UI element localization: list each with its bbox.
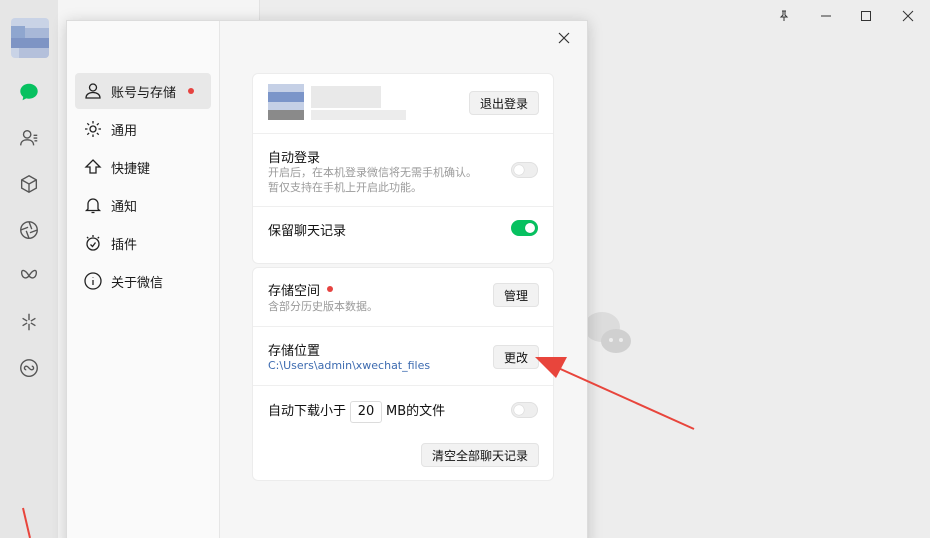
menu-label: 快捷键 [111, 161, 151, 177]
menu-label: 账号与存储 [111, 85, 177, 101]
account-card: 退出登录 自动登录 开启后，在本机登录微信将无需手机确认。 暂仅支持在手机上开启… [252, 73, 554, 264]
channels-butterfly-icon[interactable] [0, 258, 58, 294]
auto-download-label: 自动下载小于 20 MB的文件 [268, 400, 445, 423]
wechat-watermark-icon [584, 312, 631, 353]
auto-download-size-input[interactable]: 20 [350, 401, 383, 423]
plugin-bulb-icon [86, 235, 100, 251]
menu-label: 通用 [111, 123, 138, 139]
maximize-icon[interactable] [854, 6, 878, 26]
moments-aperture-icon[interactable] [0, 212, 58, 248]
chat-nav-icon[interactable] [0, 74, 58, 110]
contacts-nav-icon[interactable] [0, 120, 58, 156]
storage-location-title: 存储位置 [268, 344, 321, 359]
menu-about[interactable]: 关于微信 [75, 263, 211, 299]
storage-space-title: 存储空间 [268, 280, 334, 299]
auto-download-toggle[interactable] [511, 402, 538, 418]
clear-row: 清空全部聊天记录 [253, 435, 553, 482]
notification-dot [327, 286, 334, 292]
menu-shortcuts[interactable]: 快捷键 [75, 149, 211, 185]
menu-label: 插件 [111, 237, 138, 253]
avatar[interactable] [11, 18, 49, 58]
auto-login-title: 自动登录 [268, 151, 321, 166]
auto-download-row: 自动下载小于 20 MB的文件 [253, 385, 553, 435]
change-location-button[interactable]: 更改 [492, 345, 539, 369]
settings-menu: 账号与存储 通用 快捷键 通知 插件 关于微信 [67, 21, 220, 538]
shortcut-arrow-icon [84, 159, 102, 174]
menu-notifications[interactable]: 通知 [75, 187, 211, 223]
storage-path: C:\Users\admin\xwechat_files [268, 359, 431, 372]
person-icon [85, 83, 101, 99]
clear-all-history-button[interactable]: 清空全部聊天记录 [420, 443, 539, 467]
account-name-blurred [311, 86, 381, 108]
discover-star-icon[interactable] [0, 304, 58, 340]
storage-card: 存储空间 含部分历史版本数据。 管理 存储位置 C:\Users\admin\x… [252, 267, 554, 481]
favorites-cube-icon[interactable] [0, 166, 58, 202]
account-id-blurred [311, 110, 406, 120]
info-icon [84, 272, 102, 290]
notification-dot [188, 88, 195, 94]
menu-plugins[interactable]: 插件 [75, 225, 211, 261]
account-row: 退出登录 [253, 74, 553, 133]
miniprogram-icon[interactable] [0, 350, 58, 386]
auto-login-toggle[interactable] [511, 162, 538, 178]
dialog-close-button[interactable] [555, 29, 573, 47]
auto-login-row: 自动登录 开启后，在本机登录微信将无需手机确认。 暂仅支持在手机上开启此功能。 [253, 133, 553, 206]
menu-label: 关于微信 [111, 275, 164, 291]
keep-history-title: 保留聊天记录 [268, 224, 347, 239]
settings-dialog: 账号与存储 通用 快捷键 通知 插件 关于微信 退出登录 自动登录 开启后，在本… [66, 20, 588, 538]
storage-space-desc: 含部分历史版本数据。 [268, 300, 378, 313]
menu-label: 通知 [111, 199, 138, 215]
menu-general[interactable]: 通用 [75, 111, 211, 147]
account-avatar [268, 84, 304, 120]
keep-history-toggle[interactable] [511, 220, 538, 236]
storage-space-label: 存储空间 [268, 284, 321, 299]
gear-icon [85, 121, 101, 137]
storage-location-row: 存储位置 C:\Users\admin\xwechat_files 更改 [253, 326, 553, 385]
auto-download-prefix: 自动下载小于 [268, 404, 347, 419]
pin-icon[interactable] [772, 6, 796, 26]
app-sidebar [0, 0, 58, 538]
bell-icon [84, 198, 102, 214]
auto-login-desc-1: 开启后，在本机登录微信将无需手机确认。 [268, 166, 477, 179]
menu-account-storage[interactable]: 账号与存储 [75, 73, 211, 109]
keep-history-row: 保留聊天记录 [253, 206, 553, 265]
manage-button[interactable]: 管理 [492, 283, 539, 307]
logout-button[interactable]: 退出登录 [468, 91, 539, 115]
storage-space-row: 存储空间 含部分历史版本数据。 管理 [253, 268, 553, 326]
auto-login-desc-2: 暂仅支持在手机上开启此功能。 [268, 181, 422, 194]
minimize-icon[interactable] [814, 6, 838, 26]
auto-download-suffix: MB的文件 [386, 404, 446, 419]
close-icon [558, 32, 570, 44]
window-close-icon[interactable] [896, 6, 920, 26]
